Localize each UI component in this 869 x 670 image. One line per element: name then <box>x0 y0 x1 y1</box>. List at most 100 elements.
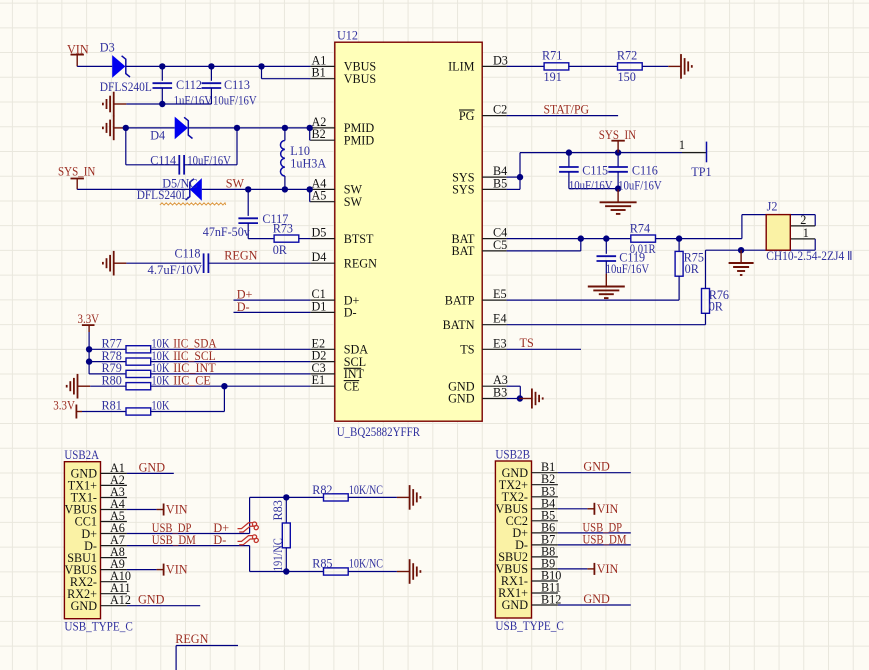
svg-text:REGN: REGN <box>344 256 377 270</box>
svg-text:CH10-2.54-2ZJ4 Ⅱ: CH10-2.54-2ZJ4 Ⅱ <box>766 249 853 263</box>
svg-text:0R: 0R <box>709 300 724 314</box>
svg-text:DFLS240L: DFLS240L <box>137 188 189 202</box>
svg-text:REGN: REGN <box>175 632 208 646</box>
svg-text:1uF/16V: 1uF/16V <box>174 94 213 108</box>
svg-text:10K/NC: 10K/NC <box>349 483 383 497</box>
svg-text:4.7uF/10V: 4.7uF/10V <box>148 263 203 277</box>
svg-text:TP1: TP1 <box>691 165 711 179</box>
svg-text:D-: D- <box>344 306 357 320</box>
svg-text:B1: B1 <box>312 66 326 80</box>
svg-text:VIN: VIN <box>597 502 619 516</box>
svg-text:1uH3A: 1uH3A <box>290 157 326 171</box>
svg-text:D5: D5 <box>312 226 327 240</box>
svg-text:DFLS240L: DFLS240L <box>100 80 152 94</box>
svg-text:J2: J2 <box>767 199 778 213</box>
svg-text:REGN: REGN <box>224 248 257 262</box>
svg-text:191/NC: 191/NC <box>271 538 285 571</box>
svg-text:C118: C118 <box>175 247 201 261</box>
svg-text:GND: GND <box>502 598 529 612</box>
svg-text:GND: GND <box>71 599 98 613</box>
svg-text:SW: SW <box>226 177 245 191</box>
svg-text:C112: C112 <box>176 78 202 92</box>
svg-text:GND: GND <box>583 592 610 606</box>
svg-text:SYS_IN: SYS_IN <box>58 164 95 178</box>
svg-text:A5: A5 <box>312 189 327 203</box>
svg-text:TS: TS <box>460 343 474 357</box>
svg-text:R83: R83 <box>271 500 285 520</box>
svg-text:U_BQ25882YFFR: U_BQ25882YFFR <box>337 425 421 439</box>
svg-text:PMID: PMID <box>344 133 375 147</box>
svg-text:10uF/16V: 10uF/16V <box>606 262 650 276</box>
svg-text:C115: C115 <box>582 164 608 178</box>
svg-text:ILIM: ILIM <box>448 60 475 74</box>
svg-text:B3: B3 <box>493 386 507 400</box>
svg-text:R82: R82 <box>312 483 332 497</box>
svg-text:BTST: BTST <box>344 232 374 246</box>
svg-text:C116: C116 <box>632 164 658 178</box>
svg-text:VIN: VIN <box>166 503 188 517</box>
svg-text:C2: C2 <box>493 103 507 117</box>
svg-text:R72: R72 <box>617 48 637 62</box>
svg-text:D3: D3 <box>493 53 508 67</box>
svg-text:PG: PG <box>459 109 475 123</box>
svg-text:2: 2 <box>800 213 806 227</box>
svg-text:191: 191 <box>544 70 562 84</box>
svg-text:USB2B: USB2B <box>495 447 530 461</box>
svg-text:GND: GND <box>448 392 475 406</box>
svg-text:USB2A: USB2A <box>64 448 99 462</box>
svg-text:R73: R73 <box>273 221 293 235</box>
svg-text:R80: R80 <box>102 373 122 387</box>
svg-text:D4: D4 <box>312 250 327 264</box>
svg-text:VIN: VIN <box>166 563 188 577</box>
svg-text:3.3V: 3.3V <box>78 312 100 326</box>
svg-text:E3: E3 <box>493 336 507 350</box>
svg-text:R71: R71 <box>542 48 562 62</box>
svg-text:TS: TS <box>520 336 534 350</box>
svg-text:10K: 10K <box>151 373 169 387</box>
svg-text:GND: GND <box>583 460 610 474</box>
svg-text:USB_TYPE_C: USB_TYPE_C <box>64 620 132 634</box>
svg-text:R85: R85 <box>312 556 332 570</box>
svg-text:USB_DM: USB_DM <box>152 533 196 547</box>
svg-text:SYS_IN: SYS_IN <box>599 128 636 142</box>
svg-text:D4: D4 <box>150 129 165 143</box>
svg-text:10K/NC: 10K/NC <box>349 556 383 570</box>
svg-text:GND: GND <box>139 460 166 474</box>
svg-text:CE: CE <box>344 379 360 393</box>
svg-text:GND: GND <box>138 593 165 607</box>
svg-text:B2: B2 <box>312 127 326 141</box>
svg-text:10uF/16V: 10uF/16V <box>213 94 257 108</box>
svg-text:BAT: BAT <box>451 244 475 258</box>
svg-text:D1: D1 <box>312 299 327 313</box>
svg-text:3.3V: 3.3V <box>53 399 75 413</box>
svg-text:10uF/16V: 10uF/16V <box>187 153 231 167</box>
svg-text:D-: D- <box>237 300 250 314</box>
svg-text:BATN: BATN <box>443 318 475 332</box>
svg-text:C114: C114 <box>150 153 176 167</box>
svg-text:VBUS: VBUS <box>344 72 377 86</box>
svg-text:10uF/16V: 10uF/16V <box>569 178 613 192</box>
svg-text:E1: E1 <box>312 373 326 387</box>
svg-text:1: 1 <box>679 138 685 152</box>
svg-text:R74: R74 <box>630 222 650 236</box>
svg-text:D3: D3 <box>100 41 115 55</box>
svg-text:D-: D- <box>213 533 226 547</box>
svg-text:VIN: VIN <box>597 562 619 576</box>
svg-text:USB_TYPE_C: USB_TYPE_C <box>495 619 563 633</box>
svg-text:C113: C113 <box>224 78 250 92</box>
svg-text:U12: U12 <box>337 29 358 43</box>
svg-text:SYS: SYS <box>452 183 475 197</box>
svg-text:STAT/PG: STAT/PG <box>544 103 590 117</box>
svg-text:R81: R81 <box>102 399 122 413</box>
svg-text:BATP: BATP <box>445 293 475 307</box>
svg-text:IIC_CE: IIC_CE <box>173 373 211 387</box>
svg-text:SW: SW <box>344 195 363 209</box>
svg-text:0R: 0R <box>685 262 700 276</box>
svg-text:0R: 0R <box>273 243 288 257</box>
svg-text:E5: E5 <box>493 287 507 301</box>
svg-text:1: 1 <box>803 226 809 240</box>
svg-text:150: 150 <box>618 70 636 84</box>
svg-text:47nF-50v: 47nF-50v <box>203 225 251 239</box>
svg-text:10K: 10K <box>151 399 169 413</box>
svg-text:E4: E4 <box>493 312 507 326</box>
